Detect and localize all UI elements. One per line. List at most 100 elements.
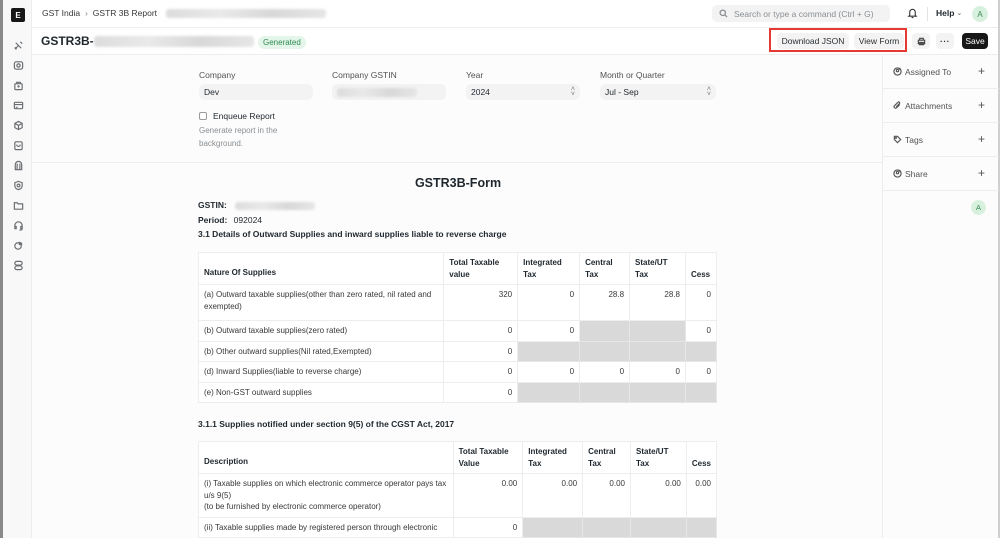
value-cell: 28.8 (579, 284, 631, 321)
column-header: Central Tax (579, 252, 631, 285)
add-assignee-plus-icon[interactable]: + (978, 64, 985, 78)
value-cell: 0 (684, 284, 718, 321)
attachments-label: Attachments (905, 100, 953, 111)
column-header: Description (198, 441, 454, 474)
enqueue-report-row[interactable]: Enqueue Report (199, 111, 275, 121)
stock-icon[interactable] (10, 117, 26, 133)
disabled-cell (629, 381, 686, 403)
disabled-cell (579, 340, 631, 362)
value-cell: 0 (579, 361, 631, 383)
value-cell: 0.00 (522, 473, 584, 518)
table-row: (i) Taxable supplies on which electronic… (198, 473, 718, 518)
table-header-row: Description Total Taxable Value Integrated… (198, 441, 718, 474)
report-filters: Company Dev Company GSTIN Year 2024 ˄ ˅ M… (32, 55, 882, 163)
integrations-icon[interactable] (10, 257, 26, 273)
add-tag-plus-icon[interactable]: + (978, 132, 985, 146)
accounting-icon[interactable] (10, 57, 26, 73)
table-header-row: Nature Of Supplies Total Taxable value Int… (197, 252, 718, 285)
section-3-1-title: 3.1 Details of Outward Supplies and inwa… (198, 229, 507, 239)
report-gstin: GSTIN: (198, 200, 316, 210)
month-quarter-select[interactable]: Jul - Sep ˄ ˅ (600, 84, 716, 100)
view-form-button[interactable]: View Form (854, 33, 904, 49)
top-navbar: GST India › GSTR 3B Report Search or typ… (32, 0, 998, 28)
page-title: GSTR3B- (41, 34, 254, 48)
assets-icon[interactable] (10, 157, 26, 173)
disabled-cell (517, 381, 581, 403)
crm-icon[interactable] (10, 237, 26, 253)
breadcrumb: GST India › GSTR 3B Report (42, 8, 327, 18)
value-cell: 0 (452, 516, 524, 538)
shopping-bag-icon[interactable] (10, 137, 26, 153)
tools-icon[interactable] (10, 37, 26, 53)
value-cell: 0.00 (630, 473, 687, 518)
year-select[interactable]: 2024 ˄ ˅ (466, 84, 580, 100)
period-label: Period: (198, 215, 228, 225)
select-arrows-icon: ˄ ˅ (570, 86, 575, 98)
add-share-plus-icon[interactable]: + (978, 166, 985, 180)
column-header: Total Taxable value (443, 252, 519, 285)
month-quarter-value: Jul - Sep (605, 87, 639, 97)
value-cell: 0.00 (582, 473, 631, 518)
table-row: (e) Non-GST outward supplies 0 (197, 381, 718, 403)
disabled-cell (629, 340, 686, 362)
value-cell: 28.8 (629, 284, 686, 321)
company-value: Dev (204, 87, 220, 97)
gstin-redacted (337, 87, 417, 97)
assigned-to-label: Assigned To (905, 66, 952, 77)
gstin-label: GSTIN: (198, 200, 227, 210)
company-field[interactable]: Dev (199, 84, 313, 100)
table-row: (a) Outward taxable supplies(other than … (197, 284, 718, 321)
download-json-button[interactable]: Download JSON (777, 33, 849, 49)
month-quarter-label: Month or Quarter (600, 70, 665, 80)
selling-icon[interactable] (10, 97, 26, 113)
search-input[interactable]: Search or type a command (Ctrl + G) (712, 5, 890, 22)
add-attachment-plus-icon[interactable]: + (978, 98, 985, 112)
save-button[interactable]: Save (962, 33, 988, 49)
share-icon (893, 169, 902, 178)
value-cell: 0 (443, 320, 519, 342)
disabled-cell (579, 381, 631, 403)
more-options-button[interactable]: ··· (936, 33, 954, 49)
value-cell: 0 (517, 361, 581, 383)
print-button[interactable] (912, 33, 930, 49)
tag-icon (893, 135, 902, 144)
disabled-cell (629, 320, 686, 342)
buying-icon[interactable] (10, 77, 26, 93)
sidebar-share[interactable]: Share + (883, 157, 999, 191)
breadcrumb-gst-india[interactable]: GST India (42, 8, 80, 18)
sidebar-attachments[interactable]: Attachments + (883, 89, 999, 123)
value-cell: 0 (684, 361, 718, 383)
share-label: Share (905, 168, 928, 179)
app-logo[interactable]: E (11, 8, 25, 22)
column-header: Central Tax (582, 441, 631, 474)
help-dropdown[interactable]: Help ⌄ (936, 8, 962, 18)
enqueue-report-checkbox[interactable] (199, 112, 207, 120)
notification-bell-icon[interactable] (907, 7, 919, 21)
disabled-cell (685, 516, 718, 538)
support-icon[interactable] (10, 217, 26, 233)
enqueue-report-hint: Generate report in the background. (199, 126, 278, 148)
value-cell: 320 (443, 284, 519, 321)
assign-icon (893, 67, 902, 76)
quality-icon[interactable] (10, 177, 26, 193)
column-header: Total Taxable Value (452, 441, 524, 474)
disabled-cell (684, 381, 718, 403)
table-3-1: Nature Of Supplies Total Taxable value Int… (197, 252, 718, 403)
breadcrumb-document-redacted[interactable] (166, 8, 327, 18)
app-sidebar: E (3, 0, 32, 538)
value-cell: 0 (629, 361, 686, 383)
column-header: Cess (685, 441, 718, 474)
sidebar-tags[interactable]: Tags + (883, 123, 999, 157)
value-cell: 0 (443, 340, 519, 362)
projects-icon[interactable] (10, 197, 26, 213)
row-label: (i) Taxable supplies on which electronic… (198, 473, 454, 518)
company-label: Company (199, 70, 236, 80)
sidebar-assigned-to[interactable]: Assigned To + (883, 55, 999, 89)
enqueue-report-label: Enqueue Report (213, 111, 275, 121)
row-label: (a) Outward taxable supplies(other than … (197, 284, 445, 321)
company-gstin-field[interactable] (332, 84, 446, 100)
user-avatar[interactable]: A (972, 6, 988, 22)
page-title-redacted (93, 35, 254, 47)
breadcrumb-gstr-3b-report[interactable]: GSTR 3B Report (93, 8, 157, 18)
row-label: (e) Non-GST outward supplies (197, 381, 445, 403)
